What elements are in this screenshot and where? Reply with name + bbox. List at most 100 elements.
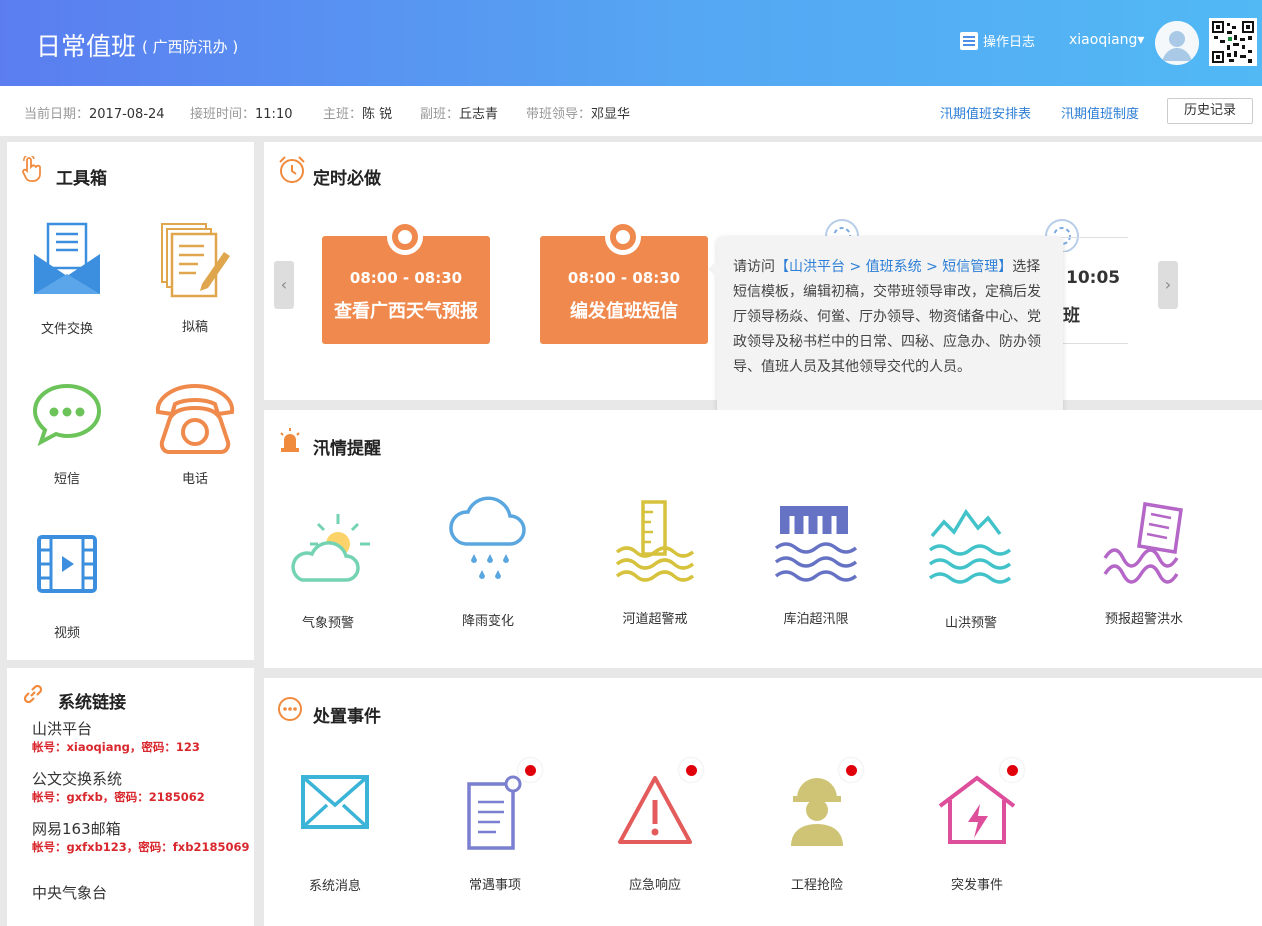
emergency-event-label: 突发事件 <box>950 878 1003 893</box>
common-matter-label: 常遇事项 <box>468 878 521 893</box>
list-icon <box>960 31 978 50</box>
tooltip-prefix: 请访问 <box>733 259 775 275</box>
river-warning-label: 河道超警戒 <box>622 612 688 627</box>
alarm-light-icon <box>280 428 300 452</box>
draft-pencil-icon <box>161 223 230 298</box>
system-message-item[interactable]: 系统消息 <box>292 774 378 894</box>
system-links-title: 系统链接 <box>58 693 126 713</box>
duty-leader: 带班领导：邓显华 <box>526 107 631 122</box>
more-circle-icon <box>278 697 302 721</box>
video-film-icon <box>37 535 97 593</box>
mail-envelope-icon <box>301 775 369 829</box>
document-exchange-account: 帐号：gxfxb，密码：2185062 <box>32 790 205 804</box>
water-gauge-icon <box>615 500 695 582</box>
sms-tool[interactable]: 短信 <box>27 382 107 487</box>
task-tooltip: 请访问【山洪平台 > 值班系统 > 短信管理】选择短信模板，编辑初稿，交带班领导… <box>708 236 1063 419</box>
file-exchange-label: 文件交换 <box>40 322 93 337</box>
task-time: 10:05 <box>1066 268 1121 288</box>
task-time: 08:00 - 08:30 <box>349 269 463 287</box>
link-163-mail[interactable]: 网易163邮箱 <box>32 818 121 839</box>
policy-link[interactable]: 汛期值班制度 <box>1061 103 1139 122</box>
qr-code-icon[interactable] <box>1209 18 1257 66</box>
next-arrow[interactable]: › <box>1158 261 1178 309</box>
task-name: 编发值班短信 <box>570 301 678 322</box>
mail-account: 帐号：gxfxb123，密码：fxb2185069 <box>32 840 250 854</box>
user-menu[interactable]: xiaoqiang▾ <box>1069 32 1144 48</box>
scheduled-title: 定时必做 <box>313 169 381 189</box>
chat-bubble-icon <box>32 383 102 446</box>
system-links-panel: 系统链接 山洪平台 帐号：xiaoqiang，密码：123 公文交换系统 帐号：… <box>7 668 254 926</box>
operation-log-button[interactable]: 操作日志 <box>960 31 1035 50</box>
current-date: 当前日期：2017-08-24 <box>24 107 165 122</box>
top-bar: 日常值班 ( 广西防汛办 ) 操作日志 xiaoqiang▾ <box>0 0 1262 86</box>
draft-tool[interactable]: 拟稿 <box>155 222 235 335</box>
notification-dot <box>679 758 703 782</box>
document-clip-icon <box>467 775 522 850</box>
emergency-event-item[interactable]: 突发事件 <box>934 774 1020 893</box>
phone-label: 电话 <box>181 472 208 487</box>
mountain-wave-icon <box>928 508 1012 584</box>
incident-title: 处置事件 <box>313 707 381 727</box>
task-time: 08:00 - 08:30 <box>567 269 681 287</box>
avatar[interactable] <box>1155 21 1199 65</box>
forecast-flood-label: 预报超警洪水 <box>1104 612 1183 627</box>
file-exchange-tool[interactable]: 文件交换 <box>27 222 107 337</box>
engineering-rescue-label: 工程抢险 <box>790 878 843 893</box>
dam-icon <box>774 506 858 582</box>
mountain-flood-item[interactable]: 山洪预警 <box>926 506 1016 631</box>
flood-title: 汛情提醒 <box>313 439 381 459</box>
warning-triangle-icon <box>618 776 692 844</box>
tooltip-path-link[interactable]: 【山洪平台 > 值班系统 > 短信管理】 <box>775 259 1012 275</box>
pin-icon <box>387 219 423 255</box>
envelope-document-icon <box>34 222 100 294</box>
common-matter-item[interactable]: 常遇事项 <box>452 774 538 893</box>
phone-tool[interactable]: 电话 <box>147 380 243 487</box>
operation-log-label: 操作日志 <box>983 35 1036 50</box>
sun-cloud-icon <box>291 514 370 582</box>
weather-warning-item[interactable]: 气象预警 <box>282 506 374 631</box>
history-button[interactable]: 历史记录 <box>1167 98 1253 124</box>
notification-dot <box>839 758 863 782</box>
prev-arrow[interactable]: ‹ <box>274 261 294 309</box>
alarm-clock-icon <box>279 156 305 183</box>
toolbox-title: 工具箱 <box>56 169 107 189</box>
pin-icon <box>605 219 641 255</box>
task-card[interactable]: 08:00 - 08:30 编发值班短信 <box>540 219 708 344</box>
task-name: 查看广西天气预报 <box>334 301 478 322</box>
system-message-label: 系统消息 <box>308 879 361 894</box>
shift-time: 接班时间：11:10 <box>190 107 293 122</box>
rainfall-change-item[interactable]: 降雨变化 <box>446 494 530 629</box>
draft-label: 拟稿 <box>181 320 208 335</box>
reservoir-limit-item[interactable]: 库泊超汛限 <box>766 502 866 627</box>
incident-panel: 处置事件 <box>264 678 1262 926</box>
construction-worker-icon <box>791 778 843 846</box>
card-border <box>1058 343 1128 344</box>
river-warning-item[interactable]: 河道超警戒 <box>608 500 702 627</box>
schedule-link[interactable]: 汛期值班安排表 <box>940 103 1031 122</box>
emergency-response-item[interactable]: 应急响应 <box>612 774 698 893</box>
task-card[interactable]: 08:00 - 08:30 查看广西天气预报 <box>322 219 490 344</box>
telephone-icon <box>155 383 235 454</box>
main-duty: 主班：陈 锐 <box>323 107 393 122</box>
notification-dot <box>1000 758 1024 782</box>
sms-label: 短信 <box>53 472 80 487</box>
duty-info-bar: 当前日期：2017-08-24 接班时间：11:10 主班：陈 锐 副班：丘志青… <box>0 86 1262 136</box>
shanhong-account: 帐号：xiaoqiang，密码：123 <box>32 740 200 754</box>
house-lightning-icon <box>938 775 1016 844</box>
rain-cloud-icon <box>449 496 526 579</box>
forecast-flood-item[interactable]: 预报超警洪水 <box>1090 500 1198 627</box>
link-document-exchange[interactable]: 公文交换系统 <box>32 768 122 789</box>
reservoir-limit-label: 库泊超汛限 <box>783 612 849 627</box>
emergency-response-label: 应急响应 <box>628 878 681 893</box>
engineering-rescue-item[interactable]: 工程抢险 <box>774 774 860 893</box>
link-shanhong-platform[interactable]: 山洪平台 <box>32 718 92 739</box>
tooltip-body: 选择短信模板，编辑初稿，交带班领导审改，定稿后发厅领导杨焱、何鲎、厅办领导、物资… <box>733 259 1041 375</box>
weather-warning-label: 气象预警 <box>301 616 354 631</box>
link-central-weather[interactable]: 中央气象台 <box>32 882 107 903</box>
link-chain-icon <box>23 684 43 704</box>
video-label: 视频 <box>53 626 80 641</box>
app-subtitle: ( 广西防汛办 ) <box>142 38 239 56</box>
deputy-duty: 副班：丘志青 <box>420 107 499 122</box>
video-tool[interactable]: 视频 <box>27 534 107 641</box>
app-title: 日常值班 <box>36 32 137 61</box>
